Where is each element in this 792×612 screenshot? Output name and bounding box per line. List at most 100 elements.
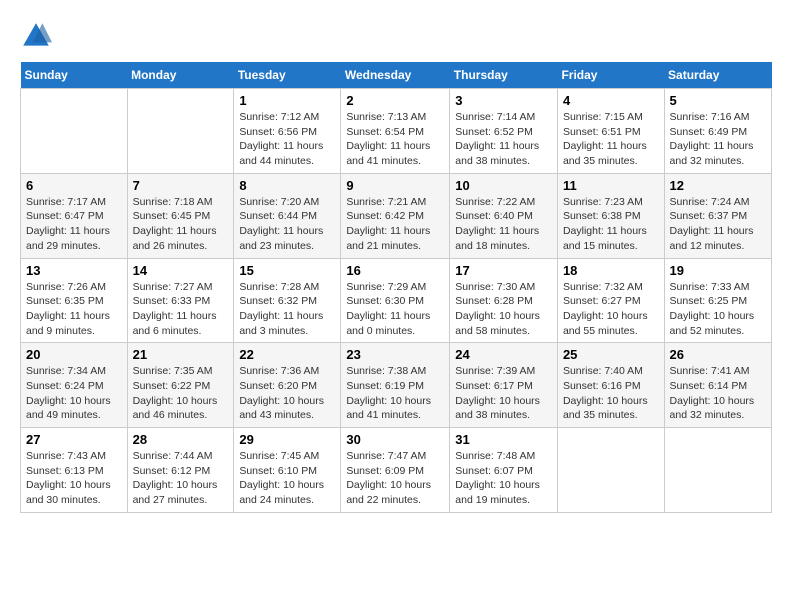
day-info: Sunrise: 7:45 AM Sunset: 6:10 PM Dayligh… (239, 449, 335, 508)
day-number: 16 (346, 263, 444, 278)
day-info: Sunrise: 7:30 AM Sunset: 6:28 PM Dayligh… (455, 280, 552, 339)
day-info: Sunrise: 7:34 AM Sunset: 6:24 PM Dayligh… (26, 364, 122, 423)
day-number: 10 (455, 178, 552, 193)
day-number: 21 (133, 347, 229, 362)
calendar-week-row: 27 Sunrise: 7:43 AM Sunset: 6:13 PM Dayli… (21, 428, 772, 513)
calendar-cell: 8 Sunrise: 7:20 AM Sunset: 6:44 PM Daylig… (234, 173, 341, 258)
day-number: 19 (670, 263, 766, 278)
calendar-cell (664, 428, 771, 513)
calendar-cell: 14Sunrise: 7:27 AM Sunset: 6:33 PM Dayli… (127, 258, 234, 343)
day-info: Sunrise: 7:13 AM Sunset: 6:54 PM Dayligh… (346, 110, 444, 169)
calendar-cell: 3 Sunrise: 7:14 AM Sunset: 6:52 PM Daylig… (450, 89, 558, 174)
day-info: Sunrise: 7:24 AM Sunset: 6:37 PM Dayligh… (670, 195, 766, 254)
calendar-cell: 1 Sunrise: 7:12 AM Sunset: 6:56 PM Daylig… (234, 89, 341, 174)
day-info: Sunrise: 7:36 AM Sunset: 6:20 PM Dayligh… (239, 364, 335, 423)
day-number: 31 (455, 432, 552, 447)
day-number: 11 (563, 178, 659, 193)
day-number: 15 (239, 263, 335, 278)
calendar-cell: 28Sunrise: 7:44 AM Sunset: 6:12 PM Dayli… (127, 428, 234, 513)
day-info: Sunrise: 7:38 AM Sunset: 6:19 PM Dayligh… (346, 364, 444, 423)
day-number: 3 (455, 93, 552, 108)
calendar-cell: 7 Sunrise: 7:18 AM Sunset: 6:45 PM Daylig… (127, 173, 234, 258)
calendar-cell: 29 Sunrise: 7:45 AM Sunset: 6:10 PM Dayli… (234, 428, 341, 513)
day-info: Sunrise: 7:21 AM Sunset: 6:42 PM Dayligh… (346, 195, 444, 254)
day-number: 13 (26, 263, 122, 278)
day-number: 8 (239, 178, 335, 193)
day-info: Sunrise: 7:48 AM Sunset: 6:07 PM Dayligh… (455, 449, 552, 508)
calendar-cell: 20 Sunrise: 7:34 AM Sunset: 6:24 PM Dayli… (21, 343, 128, 428)
calendar-week-row: 1 Sunrise: 7:12 AM Sunset: 6:56 PM Daylig… (21, 89, 772, 174)
calendar-cell: 27 Sunrise: 7:43 AM Sunset: 6:13 PM Dayli… (21, 428, 128, 513)
day-info: Sunrise: 7:35 AM Sunset: 6:22 PM Dayligh… (133, 364, 229, 423)
day-info: Sunrise: 7:20 AM Sunset: 6:44 PM Dayligh… (239, 195, 335, 254)
day-info: Sunrise: 7:23 AM Sunset: 6:38 PM Dayligh… (563, 195, 659, 254)
calendar-cell: 9 Sunrise: 7:21 AM Sunset: 6:42 PM Daylig… (341, 173, 450, 258)
day-info: Sunrise: 7:32 AM Sunset: 6:27 PM Dayligh… (563, 280, 659, 339)
day-number: 17 (455, 263, 552, 278)
day-info: Sunrise: 7:16 AM Sunset: 6:49 PM Dayligh… (670, 110, 766, 169)
weekday-header: Friday (557, 62, 664, 89)
day-number: 23 (346, 347, 444, 362)
day-number: 7 (133, 178, 229, 193)
day-info: Sunrise: 7:39 AM Sunset: 6:17 PM Dayligh… (455, 364, 552, 423)
calendar-week-row: 13 Sunrise: 7:26 AM Sunset: 6:35 PM Dayli… (21, 258, 772, 343)
day-info: Sunrise: 7:29 AM Sunset: 6:30 PM Dayligh… (346, 280, 444, 339)
day-number: 6 (26, 178, 122, 193)
calendar-cell: 13 Sunrise: 7:26 AM Sunset: 6:35 PM Dayli… (21, 258, 128, 343)
calendar-cell: 2 Sunrise: 7:13 AM Sunset: 6:54 PM Daylig… (341, 89, 450, 174)
calendar-cell: 11 Sunrise: 7:23 AM Sunset: 6:38 PM Dayli… (557, 173, 664, 258)
day-info: Sunrise: 7:47 AM Sunset: 6:09 PM Dayligh… (346, 449, 444, 508)
calendar-cell: 12 Sunrise: 7:24 AM Sunset: 6:37 PM Dayli… (664, 173, 771, 258)
logo (20, 20, 56, 52)
day-number: 2 (346, 93, 444, 108)
day-info: Sunrise: 7:43 AM Sunset: 6:13 PM Dayligh… (26, 449, 122, 508)
calendar-cell: 23 Sunrise: 7:38 AM Sunset: 6:19 PM Dayli… (341, 343, 450, 428)
calendar-week-row: 6Sunrise: 7:17 AM Sunset: 6:47 PM Daylig… (21, 173, 772, 258)
day-info: Sunrise: 7:22 AM Sunset: 6:40 PM Dayligh… (455, 195, 552, 254)
calendar-cell: 6Sunrise: 7:17 AM Sunset: 6:47 PM Daylig… (21, 173, 128, 258)
day-number: 5 (670, 93, 766, 108)
day-number: 27 (26, 432, 122, 447)
calendar-cell: 4 Sunrise: 7:15 AM Sunset: 6:51 PM Daylig… (557, 89, 664, 174)
calendar-cell (127, 89, 234, 174)
header-row: SundayMondayTuesdayWednesdayThursdayFrid… (21, 62, 772, 89)
day-info: Sunrise: 7:14 AM Sunset: 6:52 PM Dayligh… (455, 110, 552, 169)
day-info: Sunrise: 7:40 AM Sunset: 6:16 PM Dayligh… (563, 364, 659, 423)
calendar-cell: 16 Sunrise: 7:29 AM Sunset: 6:30 PM Dayli… (341, 258, 450, 343)
day-number: 18 (563, 263, 659, 278)
day-number: 26 (670, 347, 766, 362)
day-number: 12 (670, 178, 766, 193)
day-number: 30 (346, 432, 444, 447)
day-info: Sunrise: 7:18 AM Sunset: 6:45 PM Dayligh… (133, 195, 229, 254)
calendar-cell: 5 Sunrise: 7:16 AM Sunset: 6:49 PM Daylig… (664, 89, 771, 174)
day-number: 29 (239, 432, 335, 447)
logo-icon (20, 20, 52, 52)
calendar-cell: 17 Sunrise: 7:30 AM Sunset: 6:28 PM Dayli… (450, 258, 558, 343)
day-number: 1 (239, 93, 335, 108)
day-info: Sunrise: 7:44 AM Sunset: 6:12 PM Dayligh… (133, 449, 229, 508)
weekday-header: Monday (127, 62, 234, 89)
day-info: Sunrise: 7:41 AM Sunset: 6:14 PM Dayligh… (670, 364, 766, 423)
day-number: 20 (26, 347, 122, 362)
calendar-cell: 15 Sunrise: 7:28 AM Sunset: 6:32 PM Dayli… (234, 258, 341, 343)
calendar-cell: 10 Sunrise: 7:22 AM Sunset: 6:40 PM Dayli… (450, 173, 558, 258)
calendar-cell: 21 Sunrise: 7:35 AM Sunset: 6:22 PM Dayli… (127, 343, 234, 428)
calendar-cell: 19Sunrise: 7:33 AM Sunset: 6:25 PM Dayli… (664, 258, 771, 343)
day-number: 9 (346, 178, 444, 193)
day-number: 24 (455, 347, 552, 362)
day-number: 22 (239, 347, 335, 362)
calendar-cell: 31 Sunrise: 7:48 AM Sunset: 6:07 PM Dayli… (450, 428, 558, 513)
day-info: Sunrise: 7:28 AM Sunset: 6:32 PM Dayligh… (239, 280, 335, 339)
calendar-cell: 18 Sunrise: 7:32 AM Sunset: 6:27 PM Dayli… (557, 258, 664, 343)
day-info: Sunrise: 7:15 AM Sunset: 6:51 PM Dayligh… (563, 110, 659, 169)
calendar-cell: 22 Sunrise: 7:36 AM Sunset: 6:20 PM Dayli… (234, 343, 341, 428)
calendar-week-row: 20 Sunrise: 7:34 AM Sunset: 6:24 PM Dayli… (21, 343, 772, 428)
day-number: 4 (563, 93, 659, 108)
weekday-header: Thursday (450, 62, 558, 89)
day-number: 25 (563, 347, 659, 362)
day-info: Sunrise: 7:12 AM Sunset: 6:56 PM Dayligh… (239, 110, 335, 169)
weekday-header: Sunday (21, 62, 128, 89)
day-info: Sunrise: 7:26 AM Sunset: 6:35 PM Dayligh… (26, 280, 122, 339)
calendar-cell: 24 Sunrise: 7:39 AM Sunset: 6:17 PM Dayli… (450, 343, 558, 428)
calendar-cell (21, 89, 128, 174)
